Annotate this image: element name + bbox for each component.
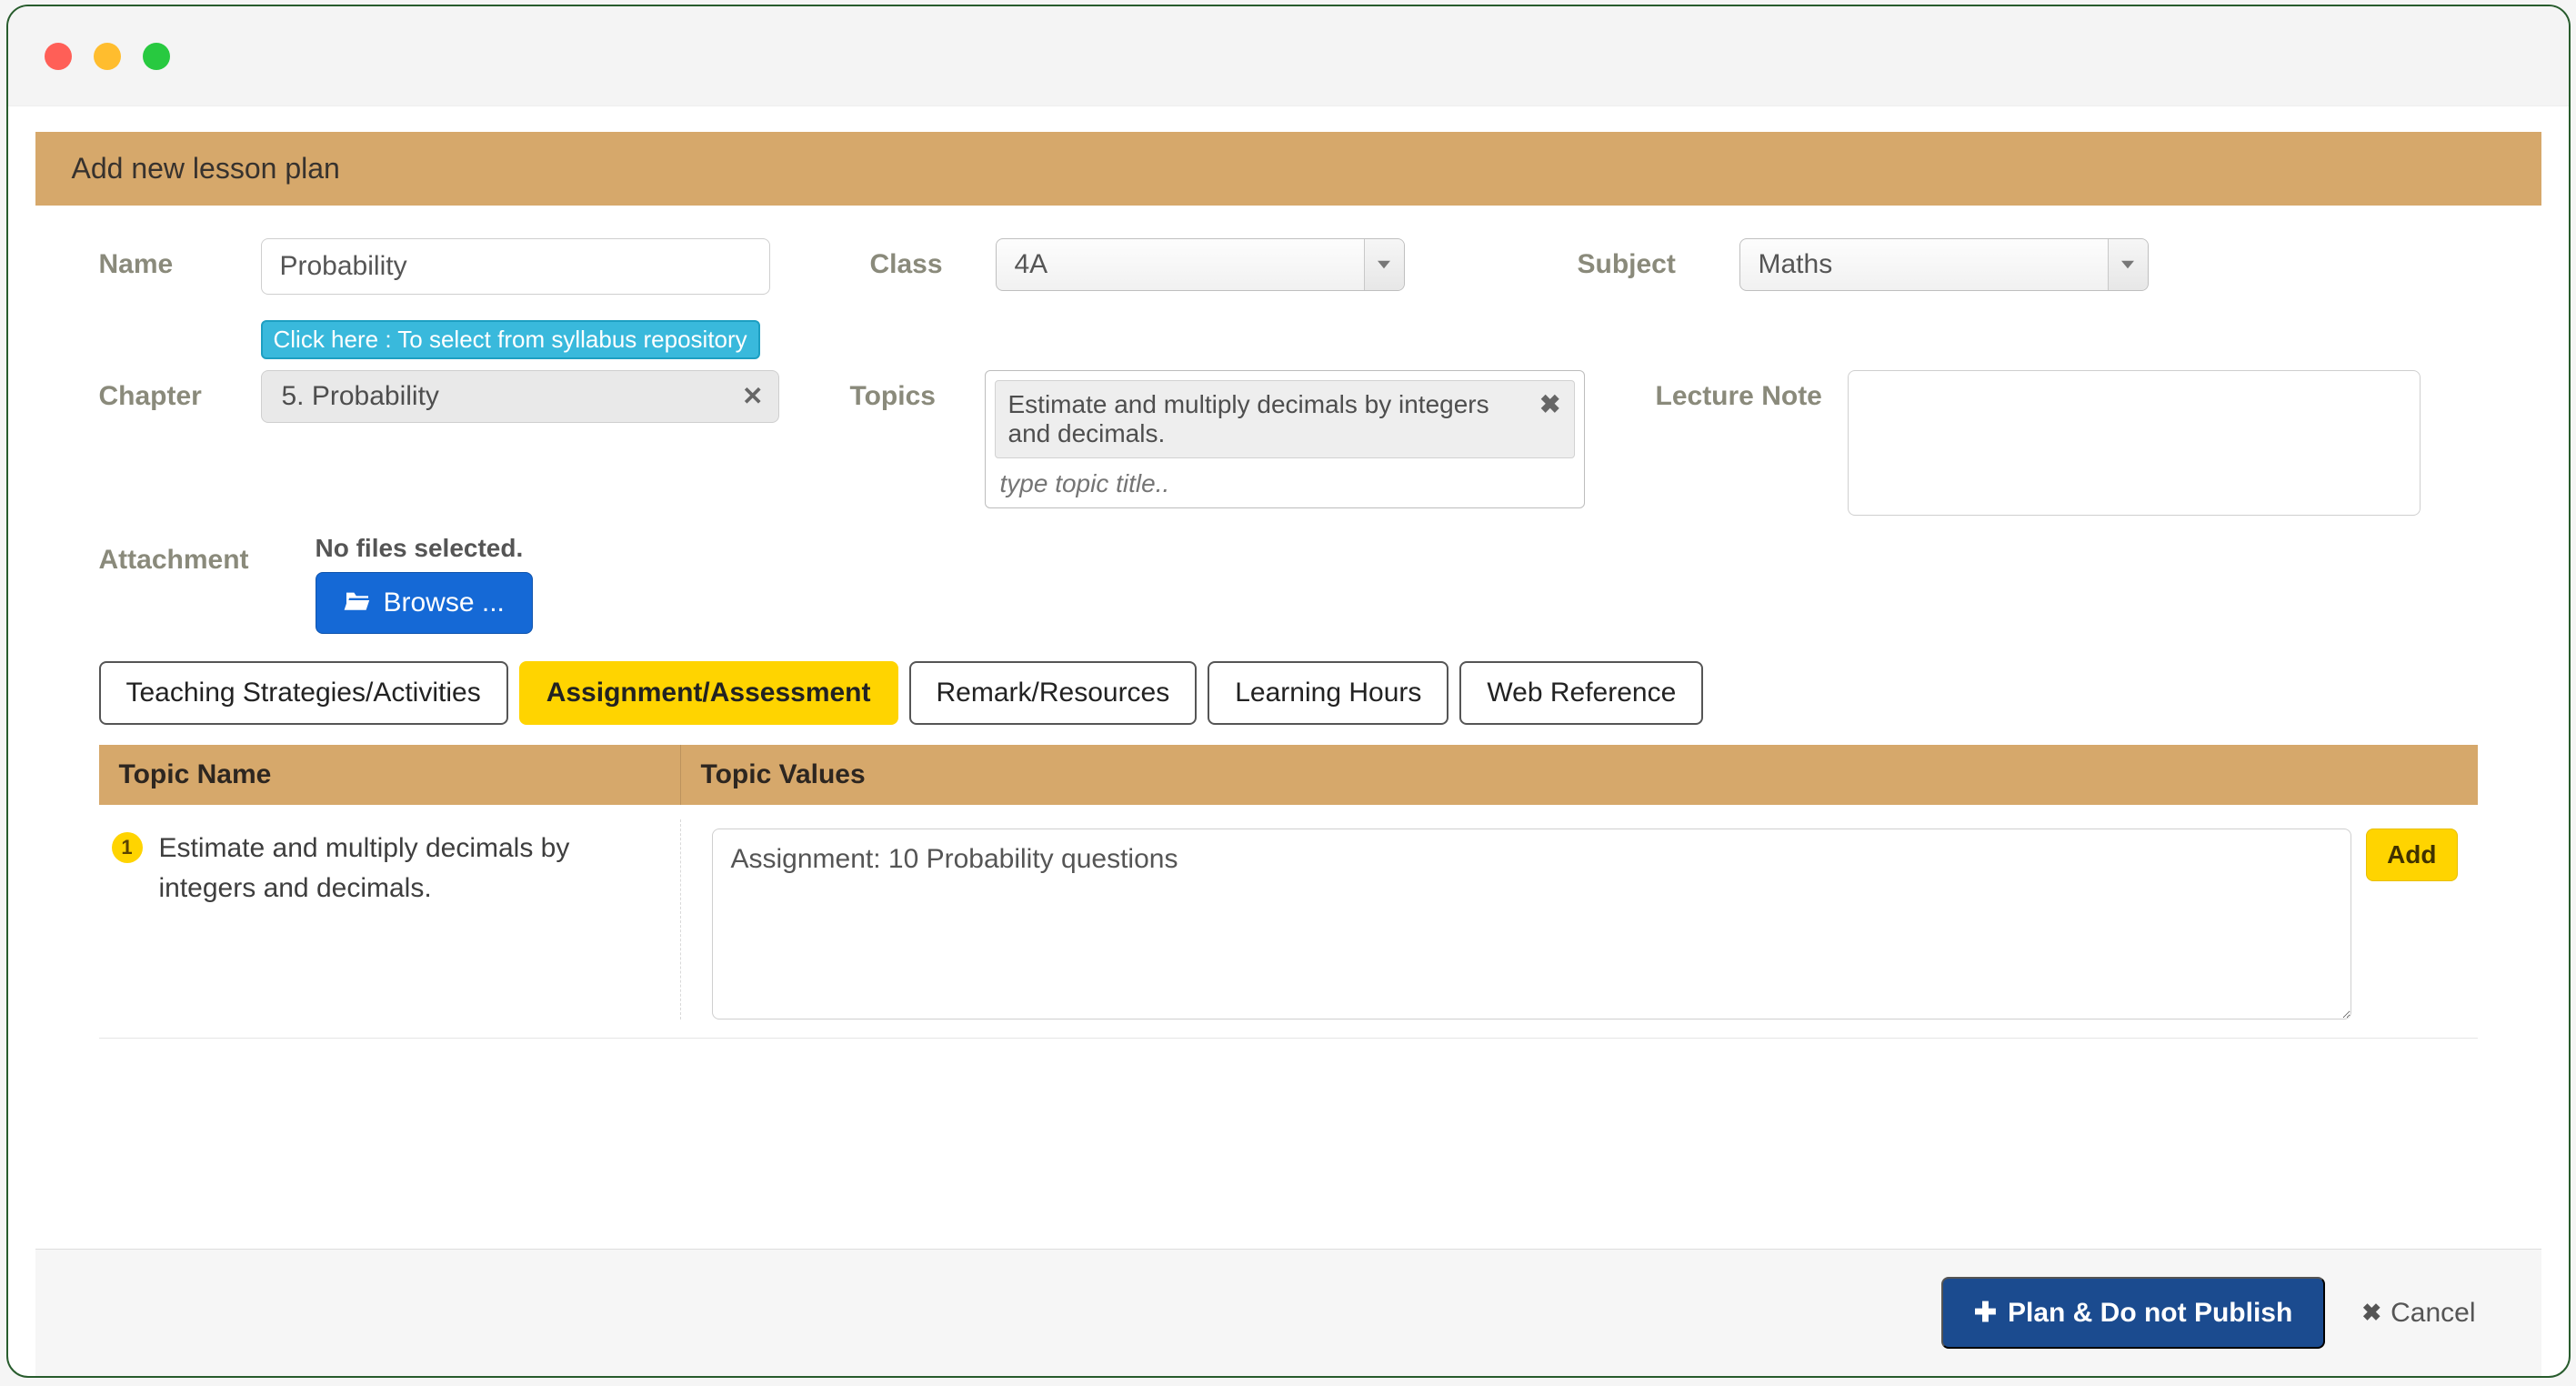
page-title: Add new lesson plan: [35, 132, 2541, 206]
remove-chapter-icon[interactable]: ✕: [742, 384, 763, 409]
class-select[interactable]: 4A: [996, 238, 1405, 291]
window-zoom-dot[interactable]: [143, 43, 170, 70]
form-area: Name Class 4A Subject Maths: [35, 206, 2541, 1039]
tab-assignment-assessment[interactable]: Assignment/Assessment: [519, 661, 898, 725]
tabs: Teaching Strategies/Activities Assignmen…: [99, 661, 2478, 725]
add-button[interactable]: Add: [2366, 829, 2457, 881]
attachment-status: No files selected.: [316, 534, 533, 563]
col-topic-name: Topic Name: [99, 745, 681, 805]
label-lecture-note: Lecture Note: [1656, 370, 1822, 412]
tab-learning-hours[interactable]: Learning Hours: [1208, 661, 1448, 725]
label-chapter: Chapter: [99, 370, 236, 412]
subject-selected-value: Maths: [1759, 249, 1833, 280]
label-attachment: Attachment: [99, 534, 290, 576]
syllabus-repository-link[interactable]: Click here : To select from syllabus rep…: [261, 320, 760, 359]
class-selected-value: 4A: [1015, 249, 1048, 280]
cell-topic-name: 1 Estimate and multiply decimals by inte…: [99, 819, 681, 1019]
window-minimize-dot[interactable]: [94, 43, 121, 70]
field-subject: Subject Maths: [1578, 238, 2149, 295]
topic-input[interactable]: [995, 458, 1575, 502]
plan-do-not-publish-button[interactable]: ✚ Plan & Do not Publish: [1941, 1277, 2325, 1349]
syllabus-hint-wrap: Click here : To select from syllabus rep…: [99, 313, 2478, 370]
app-window: Add new lesson plan Name Class 4A: [6, 5, 2571, 1378]
field-lecture-note: Lecture Note: [1656, 370, 2421, 516]
label-name: Name: [99, 238, 236, 280]
label-subject: Subject: [1578, 238, 1714, 280]
browse-label: Browse ...: [384, 588, 505, 618]
cell-topic-values: Add: [681, 819, 2478, 1019]
tab-remark-resources[interactable]: Remark/Resources: [909, 661, 1198, 725]
form-row-2: Chapter 5. Probability ✕ Topics Estimate…: [99, 370, 2478, 516]
topics-box[interactable]: Estimate and multiply decimals by intege…: [985, 370, 1585, 508]
table-row: 1 Estimate and multiply decimals by inte…: [99, 805, 2478, 1039]
label-class: Class: [870, 238, 970, 280]
browse-button[interactable]: Browse ...: [316, 572, 533, 634]
chapter-value: 5. Probability: [282, 381, 439, 412]
row-index-badge: 1: [112, 832, 143, 863]
attachment-controls: No files selected. Browse ...: [316, 534, 533, 634]
field-name: Name: [99, 238, 770, 295]
content-area: Add new lesson plan Name Class 4A: [8, 106, 2569, 1376]
table-header: Topic Name Topic Values: [99, 745, 2478, 805]
footer: ✚ Plan & Do not Publish ✖ Cancel: [35, 1249, 2541, 1376]
chevron-down-icon: [1364, 239, 1404, 290]
tab-teaching-strategies[interactable]: Teaching Strategies/Activities: [99, 661, 508, 725]
row-topic-text: Estimate and multiply decimals by intege…: [159, 829, 658, 908]
subject-select[interactable]: Maths: [1739, 238, 2149, 291]
cancel-label: Cancel: [2391, 1298, 2475, 1329]
field-class: Class 4A: [870, 238, 1405, 295]
chevron-down-icon: [2108, 239, 2148, 290]
folder-open-icon: [344, 588, 371, 618]
remove-topic-icon[interactable]: ✖: [1539, 390, 1560, 417]
label-topics: Topics: [850, 370, 959, 412]
topic-chip[interactable]: Estimate and multiply decimals by intege…: [995, 380, 1575, 458]
titlebar: [8, 6, 2569, 106]
cancel-button[interactable]: ✖ Cancel: [2361, 1298, 2475, 1329]
field-topics: Topics Estimate and multiply decimals by…: [850, 370, 1585, 516]
tab-web-reference[interactable]: Web Reference: [1459, 661, 1703, 725]
name-input[interactable]: [261, 238, 770, 295]
close-icon: ✖: [2361, 1299, 2381, 1327]
field-chapter: Chapter 5. Probability ✕: [99, 370, 779, 516]
topic-value-textarea[interactable]: [712, 829, 2352, 1019]
topic-chip-text: Estimate and multiply decimals by intege…: [1008, 390, 1528, 448]
chapter-chip[interactable]: 5. Probability ✕: [261, 370, 779, 423]
form-row-3: Attachment No files selected. Browse ...: [99, 534, 2478, 634]
primary-button-label: Plan & Do not Publish: [2008, 1298, 2292, 1329]
window-close-dot[interactable]: [45, 43, 72, 70]
form-row-1: Name Class 4A Subject Maths: [99, 238, 2478, 295]
plus-icon: ✚: [1974, 1297, 1997, 1329]
col-topic-values: Topic Values: [681, 745, 2478, 805]
lecture-note-textarea[interactable]: [1848, 370, 2421, 516]
field-attachment: Attachment No files selected. Browse ...: [99, 534, 533, 634]
